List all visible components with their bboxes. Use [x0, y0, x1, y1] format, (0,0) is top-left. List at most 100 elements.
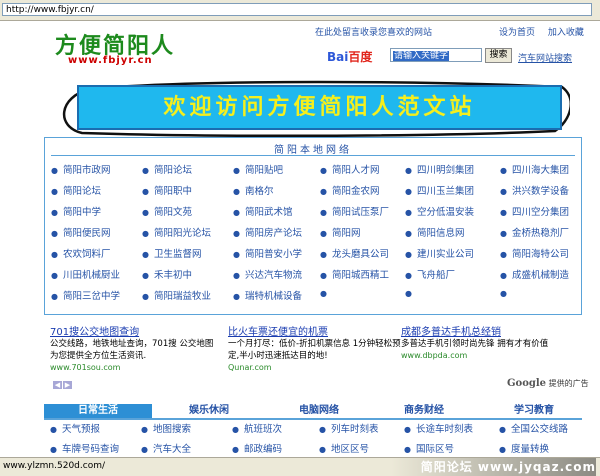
link-label[interactable]: 简阳论坛 [63, 186, 101, 197]
link-cell[interactable]: ● 兴达汽车物流 [233, 267, 302, 281]
ad-url[interactable]: Qunar.com [228, 363, 398, 372]
link-label[interactable]: 列车时刻表 [331, 424, 379, 435]
link-cell[interactable]: ● 简阳网 [320, 225, 361, 239]
link-label[interactable]: 四川海大集团 [512, 165, 569, 176]
link-cell[interactable]: ● 度量转换 [499, 441, 549, 455]
link-label[interactable]: 简阳海特公司 [512, 249, 569, 260]
link-label[interactable]: 简阳中学 [63, 207, 101, 218]
search-button[interactable]: 搜索 [485, 48, 512, 63]
tab-entertainment[interactable]: 娱乐休闲 [164, 404, 254, 418]
link-label[interactable]: 金桥热稳剂厂 [512, 228, 569, 239]
link-label[interactable]: 汽车大全 [153, 444, 191, 455]
ad-title[interactable]: 701搜公交地图查询 [50, 323, 220, 338]
link-cell[interactable]: ● 简阳房产论坛 [233, 225, 302, 239]
link-cell[interactable]: ● 简阳阳光论坛 [142, 225, 211, 239]
add-favorite-link[interactable]: 加入收藏 [548, 28, 584, 38]
link-label[interactable]: 简阳瑞益牧业 [154, 291, 211, 302]
link-cell[interactable]: ● 飞舟船厂 [405, 267, 455, 281]
link-label[interactable]: 邮政编码 [244, 444, 282, 455]
tab-computer[interactable]: 电脑网络 [274, 404, 364, 418]
link-label[interactable]: 简阳信息网 [417, 228, 465, 239]
link-label[interactable]: 简阳阳光论坛 [154, 228, 211, 239]
link-label[interactable]: 度量转换 [511, 444, 549, 455]
tab-daily-life[interactable]: 日常生活 [44, 404, 152, 418]
link-label[interactable]: 四川玉兰集团 [417, 186, 474, 197]
link-label[interactable]: 长途车时刻表 [416, 424, 473, 435]
set-homepage-link[interactable]: 设为首页 [499, 28, 535, 38]
link-cell[interactable]: ● 简阳论坛 [51, 183, 101, 197]
link-cell[interactable]: ● 简阳三岔中学 [51, 288, 120, 302]
google-ads-label[interactable]: Google 提供的广告 [507, 378, 589, 389]
link-label[interactable]: 简阳人才网 [332, 165, 380, 176]
link-cell[interactable]: ● 建川实业公司 [405, 246, 474, 260]
link-label[interactable]: 简阳贴吧 [245, 165, 283, 176]
link-cell[interactable]: ● 南格尔 [233, 183, 274, 197]
link-cell[interactable]: ● 农欢饲料厂 [51, 246, 111, 260]
ad-url[interactable]: www.dbpda.com [401, 351, 571, 360]
link-label[interactable]: 四川明剑集团 [417, 165, 474, 176]
link-label[interactable]: 川田机械厨业 [63, 270, 120, 281]
link-label[interactable]: 航班班次 [244, 424, 282, 435]
link-cell[interactable]: ● 四川明剑集团 [405, 162, 474, 176]
link-cell[interactable]: ● 洪兴数学设备 [500, 183, 569, 197]
link-label[interactable]: 禾丰初中 [154, 270, 192, 281]
link-cell[interactable]: ● 简阳文苑 [142, 204, 192, 218]
link-label[interactable]: 简阳三岔中学 [63, 291, 120, 302]
tab-education[interactable]: 学习教育 [494, 404, 574, 418]
link-label[interactable]: 空分低温安装 [417, 207, 474, 218]
link-cell[interactable]: ● 简阳市政网 [51, 162, 111, 176]
link-cell[interactable]: ● 成盛机械制造 [500, 267, 569, 281]
link-label[interactable]: 简阳职中 [154, 186, 192, 197]
link-cell[interactable]: ● 简阳瑞益牧业 [142, 288, 211, 302]
link-label[interactable]: 瑞特机械设备 [245, 291, 302, 302]
ad-url[interactable]: www.701sou.com [50, 363, 220, 372]
prev-arrow-icon[interactable]: ◀ [53, 381, 62, 389]
link-label[interactable]: 简阳城西精工 [332, 270, 389, 281]
link-label[interactable]: 简阳金农网 [332, 186, 380, 197]
link-label[interactable]: 卫生监督网 [154, 249, 202, 260]
link-cell[interactable]: ● 车牌号码查询 [50, 441, 119, 455]
link-cell[interactable]: ● 简阳武术馆 [233, 204, 293, 218]
ad-title[interactable]: 成都多普达手机总经销 [401, 323, 571, 338]
link-cell[interactable]: ● 禾丰初中 [142, 267, 192, 281]
link-cell[interactable]: ● 全国公交线路 [499, 421, 568, 435]
link-cell[interactable]: ● 龙头磨具公司 [320, 246, 389, 260]
link-label[interactable]: 简阳普安小学 [245, 249, 302, 260]
link-cell[interactable]: ● 川田机械厨业 [51, 267, 120, 281]
link-cell[interactable]: ● 简阳人才网 [320, 162, 380, 176]
link-label[interactable]: 建川实业公司 [417, 249, 474, 260]
ad-item[interactable]: 701搜公交地图查询 公交线路，地铁地址查询，701搜 公交地图 为您提供全方位… [50, 323, 220, 372]
link-cell[interactable]: ● 地图搜索 [141, 421, 191, 435]
link-cell[interactable]: ● 瑞特机械设备 [233, 288, 302, 302]
link-label[interactable]: 地图搜索 [153, 424, 191, 435]
tab-business[interactable]: 商务财经 [384, 404, 464, 418]
link-cell[interactable]: ● 长途车时刻表 [404, 421, 473, 435]
link-cell[interactable]: ● 简阳城西精工 [320, 267, 389, 281]
link-label[interactable]: 简阳武术馆 [245, 207, 293, 218]
link-label[interactable]: 洪兴数学设备 [512, 186, 569, 197]
link-label[interactable]: 天气预报 [62, 424, 100, 435]
link-cell[interactable]: ● 汽车大全 [141, 441, 191, 455]
link-label[interactable]: 成盛机械制造 [512, 270, 569, 281]
link-cell[interactable]: ● 四川空分集团 [500, 204, 569, 218]
link-label[interactable]: 地区区号 [331, 444, 369, 455]
link-label[interactable]: 国际区号 [416, 444, 454, 455]
link-cell[interactable]: ● 简阳便民网 [51, 225, 111, 239]
link-cell[interactable]: ● 四川海大集团 [500, 162, 569, 176]
search-input[interactable]: 请输入关键字 [390, 48, 482, 62]
link-cell[interactable]: ● 简阳普安小学 [233, 246, 302, 260]
link-cell[interactable]: ● 简阳金农网 [320, 183, 380, 197]
link-label[interactable]: 简阳市政网 [63, 165, 111, 176]
link-label[interactable]: 简阳房产论坛 [245, 228, 302, 239]
url-field[interactable]: http://www.fbjyr.cn/ [2, 3, 592, 16]
link-label[interactable]: 龙头磨具公司 [332, 249, 389, 260]
link-cell[interactable]: ● 列车时刻表 [319, 421, 379, 435]
link-label[interactable]: 四川空分集团 [512, 207, 569, 218]
link-cell[interactable]: ● 简阳海特公司 [500, 246, 569, 260]
guestbook-link[interactable]: 在此处留言收录您喜欢的网站 [315, 25, 432, 38]
link-cell[interactable]: ● 空分低温安装 [405, 204, 474, 218]
link-cell[interactable]: ● 简阳中学 [51, 204, 101, 218]
link-label[interactable]: 全国公交线路 [511, 424, 568, 435]
link-cell[interactable]: ● 地区区号 [319, 441, 369, 455]
ad-item[interactable]: 比火车票还便宜的机票 一个月打尽：低价-折扣机票信息 1分钟轻松预 定,半小时迅… [228, 323, 401, 372]
